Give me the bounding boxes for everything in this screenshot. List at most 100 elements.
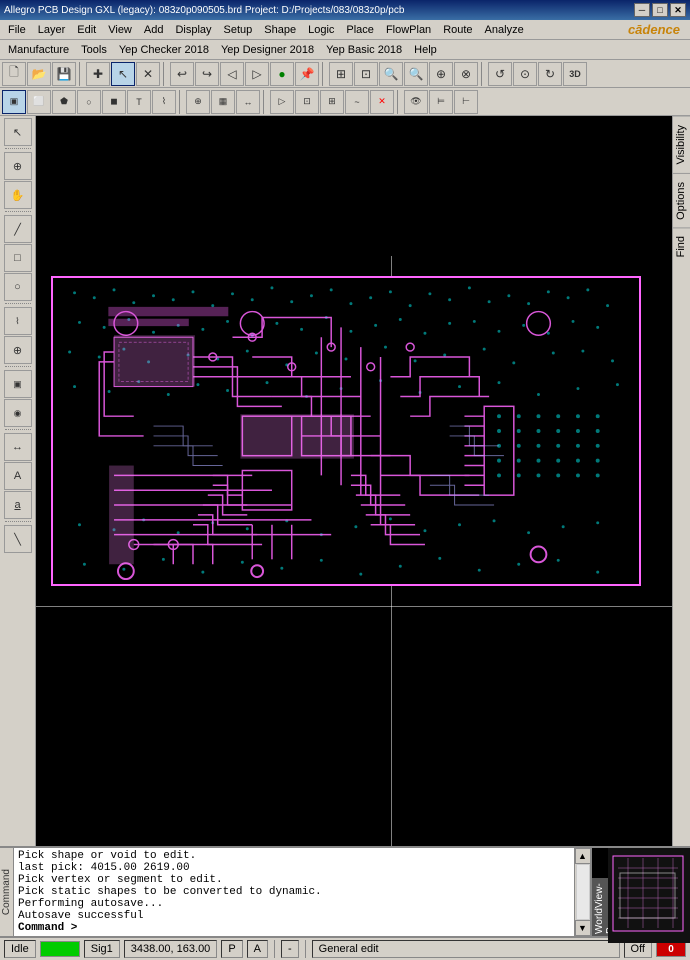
status-edit-mode: General edit [312, 940, 620, 958]
scroll-down-button[interactable]: ▼ [575, 920, 591, 936]
tb-zoom-out[interactable]: 🔍 [404, 62, 428, 86]
tb2-text[interactable]: T [127, 90, 151, 114]
lt-measure[interactable]: ↔ [4, 433, 32, 461]
menu-add[interactable]: Add [138, 22, 170, 38]
lt-pan[interactable]: ✋ [4, 181, 32, 209]
menu-analyze[interactable]: Analyze [479, 22, 530, 38]
tb2-ruler[interactable]: ⊢ [454, 90, 478, 114]
tb-new[interactable]: 🗋 [2, 62, 26, 86]
console-line-5: Performing autosave... [18, 898, 570, 910]
lt-sep5 [5, 429, 31, 431]
tb2-arrow[interactable]: ▷ [270, 90, 294, 114]
menu-route[interactable]: Route [437, 22, 478, 38]
tb2-comp[interactable]: ⊞ [320, 90, 344, 114]
tab-visibility[interactable]: Visibility [673, 116, 690, 173]
menu-flowplan[interactable]: FlowPlan [380, 22, 437, 38]
crosshair-horizontal [36, 606, 672, 607]
tb2-poly[interactable]: ⬟ [52, 90, 76, 114]
tb-redo[interactable]: ↪ [195, 62, 219, 86]
tb2-wire[interactable]: ⬜ [27, 90, 51, 114]
tb-zoom-fit[interactable]: ⊕ [429, 62, 453, 86]
menu-file[interactable]: File [2, 22, 32, 38]
lt-route[interactable]: ⌇ [4, 307, 32, 335]
tb2-connect[interactable]: ~ [345, 90, 369, 114]
menu-help[interactable]: Help [408, 42, 443, 58]
minimize-button[interactable]: ─ [634, 3, 650, 17]
tb2-rule[interactable]: ⊨ [429, 90, 453, 114]
sep4 [481, 62, 485, 86]
menu-yep-designer[interactable]: Yep Designer 2018 [215, 42, 320, 58]
tb-back[interactable]: ◁ [220, 62, 244, 86]
tb-fwd[interactable]: ▷ [245, 62, 269, 86]
tb-align[interactable]: ⊡ [354, 62, 378, 86]
tb-save[interactable]: 💾 [52, 62, 76, 86]
tb-undo[interactable]: ↩ [170, 62, 194, 86]
tb2-via[interactable]: ⊕ [186, 90, 210, 114]
console-scrollbar[interactable]: ▲ ▼ [574, 848, 590, 936]
tb2-route[interactable]: ⌇ [152, 90, 176, 114]
menu-logic[interactable]: Logic [302, 22, 340, 38]
world-view-canvas [608, 848, 690, 936]
menu-setup[interactable]: Setup [218, 22, 259, 38]
lt-add-rect[interactable]: □ [4, 244, 32, 272]
scroll-up-button[interactable]: ▲ [575, 848, 591, 864]
tb2-plane[interactable]: ▦ [211, 90, 235, 114]
tb-snap[interactable]: ⊙ [513, 62, 537, 86]
toolbar-2: ▣ ⬜ ⬟ ○ ◼ T ⌇ ⊕ ▦ ↔ ▷ ⊡ ⊞ ~ ✕ 👁 ⊨ ⊢ [0, 88, 690, 116]
menu-bar: File Layer Edit View Add Display Setup S… [0, 20, 690, 40]
menu-tools[interactable]: Tools [75, 42, 113, 58]
tb-add[interactable]: ✚ [86, 62, 110, 86]
tb-refresh[interactable]: ↺ [488, 62, 512, 86]
tb-3d[interactable]: 3D [563, 62, 587, 86]
tb-select[interactable]: ↖ [111, 62, 135, 86]
sep6 [263, 90, 267, 114]
tb-zoom-in[interactable]: 🔍 [379, 62, 403, 86]
tb2-fill[interactable]: ◼ [102, 90, 126, 114]
menu-manufacture[interactable]: Manufacture [2, 42, 75, 58]
tb-delete[interactable]: ✕ [136, 62, 160, 86]
lt-select[interactable]: ↖ [4, 118, 32, 146]
lt-comp[interactable]: ▣ [4, 370, 32, 398]
maximize-button[interactable]: □ [652, 3, 668, 17]
menu-view[interactable]: View [102, 22, 138, 38]
close-button[interactable]: ✕ [670, 3, 686, 17]
menu-edit[interactable]: Edit [71, 22, 102, 38]
tb2-drc[interactable]: ✕ [370, 90, 394, 114]
tb-pin[interactable]: 📌 [295, 62, 319, 86]
tb-grid[interactable]: ⊞ [329, 62, 353, 86]
menu-place[interactable]: Place [340, 22, 380, 38]
menu-shape[interactable]: Shape [258, 22, 302, 38]
tb2-pad[interactable]: ⊡ [295, 90, 319, 114]
tb2-circ[interactable]: ○ [77, 90, 101, 114]
pcb-canvas[interactable] [36, 116, 672, 846]
tb-zoom-area[interactable]: ⊗ [454, 62, 478, 86]
tb-run[interactable]: ● [270, 62, 294, 86]
lt-text[interactable]: A [4, 462, 32, 490]
tab-find[interactable]: Find [673, 227, 690, 265]
menu-layer[interactable]: Layer [32, 22, 72, 38]
menu-yep-basic[interactable]: Yep Basic 2018 [320, 42, 408, 58]
console-line-6: Autosave successful [18, 910, 570, 922]
lt-line-tool[interactable]: ╲ [4, 525, 32, 553]
status-signal: Sig1 [84, 940, 120, 958]
menu-yep-checker[interactable]: Yep Checker 2018 [113, 42, 215, 58]
lt-textb[interactable]: a [4, 491, 32, 519]
tb-open[interactable]: 📂 [27, 62, 51, 86]
lt-add-line[interactable]: ╱ [4, 215, 32, 243]
console-label: Command [1, 869, 12, 915]
menu-display[interactable]: Display [169, 22, 217, 38]
tb2-measure[interactable]: ↔ [236, 90, 260, 114]
tab-options[interactable]: Options [673, 173, 690, 228]
scroll-track[interactable] [576, 864, 590, 920]
lt-zoom[interactable]: ⊕ [4, 152, 32, 180]
status-a: A [247, 940, 268, 958]
lt-add-circ[interactable]: ○ [4, 273, 32, 301]
tb2-select[interactable]: ▣ [2, 90, 26, 114]
tb-rotate[interactable]: ↻ [538, 62, 562, 86]
lt-via[interactable]: ⊕ [4, 336, 32, 364]
title-bar: Allegro PCB Design GXL (legacy): 083z0p0… [0, 0, 690, 20]
status-num: 0 [656, 941, 686, 957]
tb2-vis[interactable]: 👁 [404, 90, 428, 114]
lt-pin[interactable]: ◉ [4, 399, 32, 427]
console-output[interactable]: Pick shape or void to edit. last pick: 4… [14, 848, 574, 936]
